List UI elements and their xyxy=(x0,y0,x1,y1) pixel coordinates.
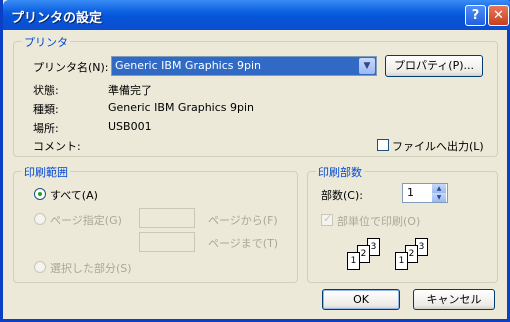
copies-stepper[interactable]: 1 ▲ ▼ xyxy=(402,183,448,203)
dialog-title: プリンタの設定 xyxy=(11,11,103,26)
collate-page-1b: 1 xyxy=(395,252,408,270)
from-page-label: ページから(F) xyxy=(208,214,278,227)
range-all-label[interactable]: すべて(A) xyxy=(50,187,98,203)
location-value: USB001 xyxy=(108,120,152,133)
collate-label[interactable]: 部単位で印刷(O) xyxy=(337,213,420,229)
print-to-file-label[interactable]: ファイルへ出力(L) xyxy=(392,138,484,154)
help-button[interactable]: ? xyxy=(465,5,486,26)
copies-count-label: 部数(C): xyxy=(321,189,363,202)
printer-group-legend: プリンタ xyxy=(22,34,70,50)
collate-illustration: 3 2 1 3 2 1 xyxy=(343,236,443,276)
copies-legend: 印刷部数 xyxy=(316,164,364,180)
location-label: 場所: xyxy=(33,122,59,135)
print-dialog: プリンタの設定 ? ✕ プリンタ プリンタ名(N): Generic IBM G… xyxy=(0,0,510,322)
close-button[interactable]: ✕ xyxy=(488,5,509,26)
printer-name-value: Generic IBM Graphics 9pin xyxy=(115,59,262,72)
printer-name-select[interactable]: Generic IBM Graphics 9pin ▼ xyxy=(111,56,377,76)
collate-page-1a: 1 xyxy=(347,252,360,270)
to-page-input[interactable] xyxy=(139,232,195,252)
spin-up-icon[interactable]: ▲ xyxy=(432,184,446,193)
radio-selected-dot xyxy=(38,192,42,196)
title-bar: プリンタの設定 ? ✕ xyxy=(3,0,510,30)
range-selection-label[interactable]: 選択した部分(S) xyxy=(50,260,132,276)
copies-count-value: 1 xyxy=(407,186,414,199)
range-selection-radio[interactable] xyxy=(34,261,46,273)
cancel-button[interactable]: キャンセル xyxy=(413,289,495,310)
print-to-file-checkbox[interactable] xyxy=(377,139,389,151)
check-icon: ✓ xyxy=(323,212,333,225)
status-value: 準備完了 xyxy=(108,84,152,97)
properties-button[interactable]: プロパティ(P)... xyxy=(385,55,483,77)
to-page-label: ページまで(T) xyxy=(208,237,279,250)
printer-name-label: プリンタ名(N): xyxy=(33,61,109,74)
range-all-radio[interactable] xyxy=(34,188,46,200)
status-label: 状態: xyxy=(33,84,59,97)
spin-down-icon[interactable]: ▼ xyxy=(432,193,446,202)
ok-button[interactable]: OK xyxy=(322,289,400,310)
print-range-legend: 印刷範囲 xyxy=(22,164,70,180)
chevron-down-icon[interactable]: ▼ xyxy=(359,58,375,74)
range-pages-radio[interactable] xyxy=(34,213,46,225)
collate-checkbox[interactable]: ✓ xyxy=(321,212,333,226)
type-value: Generic IBM Graphics 9pin xyxy=(108,101,255,114)
type-label: 種類: xyxy=(33,103,59,116)
comment-label: コメント: xyxy=(33,140,81,153)
from-page-input[interactable] xyxy=(139,208,195,228)
range-pages-label[interactable]: ページ指定(G) xyxy=(50,212,122,228)
